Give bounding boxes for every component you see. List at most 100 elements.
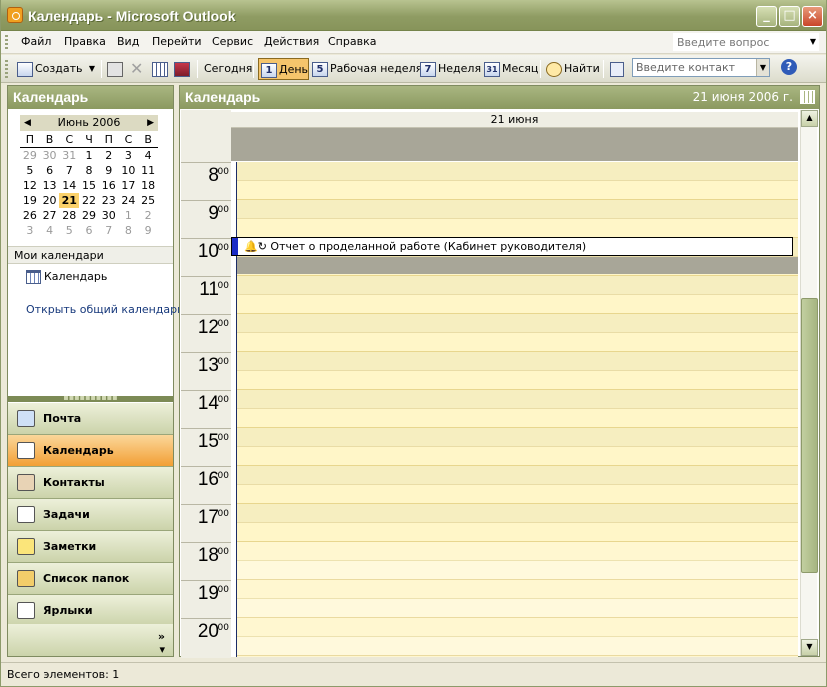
- date-navigator-day[interactable]: 6: [40, 163, 60, 178]
- open-shared-calendar-link[interactable]: Открыть общий календарь...: [26, 303, 194, 316]
- nav-button-contacts[interactable]: Контакты: [8, 467, 173, 499]
- date-navigator-day[interactable]: 3: [119, 148, 139, 163]
- calendar-folder-item[interactable]: Календарь: [26, 270, 107, 284]
- close-button[interactable]: ×: [802, 6, 823, 27]
- scroll-down-button[interactable]: ▼: [801, 639, 818, 656]
- day-header[interactable]: 21 июня: [231, 112, 798, 128]
- dropdown-arrow-icon[interactable]: ▼: [810, 37, 816, 46]
- calendar-pane: Календарь 21 июня 2006 г. 21 июня 8 00 9 00…: [179, 85, 820, 658]
- minimize-button[interactable]: _: [756, 6, 777, 27]
- menubar-grip[interactable]: [5, 35, 8, 50]
- date-navigator-day[interactable]: 3: [20, 223, 40, 238]
- next-month-icon[interactable]: ▶: [147, 115, 154, 131]
- menu-view[interactable]: Вид: [117, 35, 139, 48]
- title-bar[interactable]: Календарь - Microsoft Outlook _ □ ×: [1, 0, 826, 31]
- day-view-button[interactable]: 1 День: [258, 58, 309, 80]
- nav-button-shortcuts[interactable]: Ярлыки: [8, 595, 173, 627]
- configure-buttons-icon[interactable]: » ▾: [8, 624, 173, 656]
- nav-button-mail[interactable]: Почта: [8, 403, 173, 435]
- menu-tools[interactable]: Сервис: [212, 35, 253, 48]
- delete-button[interactable]: ✕: [130, 58, 143, 80]
- outlook-app-icon[interactable]: [7, 7, 23, 23]
- menu-file[interactable]: Файл: [21, 35, 51, 48]
- scroll-thumb[interactable]: [801, 298, 818, 573]
- menu-actions[interactable]: Действия: [264, 35, 319, 48]
- mail-icon: [17, 410, 35, 427]
- nav-button-tasks[interactable]: Задачи: [8, 499, 173, 531]
- date-navigator-day[interactable]: 17: [119, 178, 139, 193]
- date-navigator-day[interactable]: 29: [20, 148, 40, 163]
- date-navigator-day[interactable]: 29: [79, 208, 99, 223]
- workweek-view-button[interactable]: 5 Рабочая неделя: [312, 58, 422, 80]
- date-navigator-day[interactable]: 14: [59, 178, 79, 193]
- date-navigator-day[interactable]: 23: [99, 193, 119, 208]
- previous-month-icon[interactable]: ◀: [24, 115, 31, 131]
- date-navigator-day[interactable]: 30: [40, 148, 60, 163]
- month-view-button[interactable]: 31 Месяц: [484, 58, 538, 80]
- help-icon[interactable]: ?: [781, 59, 797, 75]
- date-navigator-day[interactable]: 1: [79, 148, 99, 163]
- date-navigator-day[interactable]: 5: [59, 223, 79, 238]
- nav-button-calendar[interactable]: Календарь: [8, 435, 173, 467]
- find-button[interactable]: Найти: [546, 58, 600, 80]
- maximize-button[interactable]: □: [779, 6, 800, 27]
- appointment-item[interactable]: 🔔↻ Отчет о проделанной работе (Кабинет р…: [231, 237, 793, 256]
- date-navigator-day[interactable]: 18: [138, 178, 158, 193]
- date-navigator-day[interactable]: 22: [79, 193, 99, 208]
- date-navigator-day[interactable]: 19: [20, 193, 40, 208]
- navpane-splitter[interactable]: ▪▪▪▪▪▪▪▪▪▪: [8, 394, 173, 402]
- date-navigator-day[interactable]: 21: [59, 193, 80, 208]
- nav-button-notes[interactable]: Заметки: [8, 531, 173, 563]
- address-book-button[interactable]: [174, 58, 192, 80]
- menu-help[interactable]: Справка: [328, 35, 376, 48]
- week-view-button[interactable]: 7 Неделя: [420, 58, 481, 80]
- date-navigator-day[interactable]: 8: [79, 163, 99, 178]
- date-navigator-day[interactable]: 7: [99, 223, 119, 238]
- address-book-small-button[interactable]: [610, 58, 626, 80]
- contacts-icon: [17, 474, 35, 491]
- date-navigator-day[interactable]: 24: [119, 193, 139, 208]
- time-label: 20 00: [181, 618, 231, 656]
- date-navigator-day[interactable]: 28: [59, 208, 79, 223]
- toolbar-grip[interactable]: [5, 60, 8, 78]
- date-navigator-day[interactable]: 16: [99, 178, 119, 193]
- date-navigator-day[interactable]: 13: [40, 178, 60, 193]
- date-navigator-day[interactable]: 9: [99, 163, 119, 178]
- date-navigator-day[interactable]: 5: [20, 163, 40, 178]
- date-navigator-day[interactable]: 27: [40, 208, 60, 223]
- date-navigator-day[interactable]: 8: [119, 223, 139, 238]
- find-contact-input[interactable]: Введите контакт ▼: [632, 58, 770, 77]
- date-navigator-day[interactable]: 12: [20, 178, 40, 193]
- grid-view-button[interactable]: [152, 58, 170, 80]
- date-navigator-day[interactable]: 25: [138, 193, 158, 208]
- date-navigator-day[interactable]: 4: [138, 148, 158, 163]
- date-navigator-day[interactable]: 26: [20, 208, 40, 223]
- date-navigator-day[interactable]: 30: [99, 208, 119, 223]
- find-contact-placeholder: Введите контакт: [636, 61, 735, 74]
- ask-question-input[interactable]: Введите вопрос ▼: [673, 33, 819, 51]
- date-navigator-day[interactable]: 9: [138, 223, 158, 238]
- date-navigator-day[interactable]: 11: [138, 163, 158, 178]
- date-navigator-day[interactable]: 10: [119, 163, 139, 178]
- date-navigator-day[interactable]: 2: [99, 148, 119, 163]
- vertical-scrollbar[interactable]: ▲ ▼: [800, 110, 818, 656]
- print-button[interactable]: [107, 58, 125, 80]
- menu-edit[interactable]: Правка: [64, 35, 106, 48]
- off-hours-area[interactable]: [237, 542, 798, 657]
- date-navigator-day[interactable]: 2: [138, 208, 158, 223]
- scroll-up-button[interactable]: ▲: [801, 110, 818, 127]
- date-navigator-day[interactable]: 4: [40, 223, 60, 238]
- date-navigator-day[interactable]: 7: [59, 163, 79, 178]
- date-navigator-day[interactable]: 31: [59, 148, 79, 163]
- menu-go[interactable]: Перейти: [152, 35, 202, 48]
- create-dropdown-button[interactable]: ▼: [86, 58, 98, 80]
- date-navigator-day[interactable]: 1: [119, 208, 139, 223]
- dropdown-arrow-icon[interactable]: ▼: [756, 59, 769, 76]
- date-navigator-day[interactable]: 6: [79, 223, 99, 238]
- nav-button-folder-list[interactable]: Список папок: [8, 563, 173, 595]
- day-view-label: День: [279, 63, 309, 76]
- today-button[interactable]: Сегодня: [204, 58, 252, 80]
- date-navigator-day[interactable]: 15: [79, 178, 99, 193]
- create-button[interactable]: Создать: [17, 58, 83, 80]
- date-navigator-day[interactable]: 20: [40, 193, 60, 208]
